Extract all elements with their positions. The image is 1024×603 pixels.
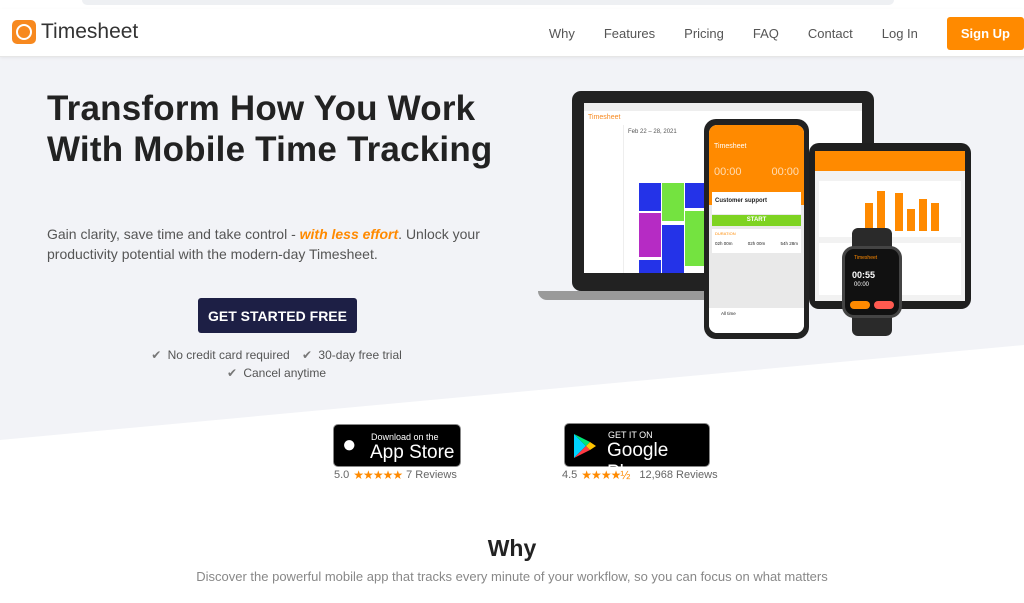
rating-score: 4.5: [562, 469, 578, 481]
nav-features[interactable]: Features: [604, 26, 655, 41]
nav-login[interactable]: Log In: [882, 26, 918, 41]
watch-time-2: 00:00: [854, 282, 870, 288]
subtitle-text: Gain clarity, save time and take control…: [47, 226, 300, 242]
review-count: 12,968 Reviews: [639, 469, 718, 481]
clock-logo-icon: [12, 20, 36, 44]
feature-checks: ✔ No credit card required ✔ 30-day free …: [130, 346, 426, 382]
duration-day: 02h 00m: [715, 241, 733, 246]
check-icon: ✔: [226, 366, 237, 380]
appstore-small-text: Download on the: [371, 432, 439, 442]
why-heading: Why: [487, 535, 537, 561]
phone-timer: 00:00: [714, 166, 742, 178]
nav-contact[interactable]: Contact: [808, 26, 853, 41]
app-store-badge[interactable]: ● Download on the App Store: [333, 424, 461, 467]
hero-title: Transform How You Work With Mobile Time …: [47, 89, 493, 169]
phone-footer: All time: [709, 308, 804, 321]
site-header: Timesheet Why Features Pricing FAQ Conta…: [0, 9, 1024, 57]
phone-screen: Timesheet 00:00 00:00 Customer support ST…: [709, 125, 804, 333]
check-label: 30-day free trial: [318, 348, 402, 362]
logo-text: Timesheet: [41, 20, 139, 43]
check-label: Cancel anytime: [243, 366, 327, 380]
watch-face: Timesheet 00:55 00:00: [842, 246, 902, 318]
watch-app-name: Timesheet: [854, 255, 878, 261]
duration-month: 54h 28m: [780, 241, 798, 246]
logo[interactable]: Timesheet: [12, 20, 138, 44]
phone-mockup: Timesheet 00:00 00:00 Customer support ST…: [704, 119, 809, 339]
hero-subtitle: Gain clarity, save time and take control…: [47, 224, 517, 264]
main-nav: Why Features Pricing FAQ Contact Log In …: [549, 17, 1024, 50]
duration-week: 02h 00m: [747, 241, 766, 246]
appstore-rating: 5.0 ★★★★★ 7 Reviews: [334, 468, 457, 482]
laptop-date-range: Feb 22 – 28, 2021: [628, 129, 677, 135]
apple-icon: ●: [342, 431, 357, 458]
phone-timer-2: 00:00: [771, 166, 799, 178]
googleplay-rating: 4.5 ★★★★½ 12,968 Reviews: [562, 468, 718, 482]
subtitle-emphasis: with less effort: [299, 226, 399, 242]
phone-task: Customer support: [712, 192, 801, 214]
check-item: ✔ Cancel anytime: [227, 366, 329, 380]
appstore-big-text: App Store: [370, 442, 455, 463]
watch-time: 00:55: [852, 270, 876, 280]
laptop-app-name: Timesheet: [588, 114, 621, 121]
googleplay-small-text: GET IT ON: [608, 430, 653, 440]
watch-mockup: Timesheet 00:55 00:00: [842, 228, 902, 336]
nav-why[interactable]: Why: [549, 26, 575, 41]
why-subtitle: Discover the powerful mobile app that tr…: [196, 569, 828, 584]
check-item: ✔ 30-day free trial: [302, 348, 405, 362]
review-count: 7 Reviews: [406, 469, 457, 481]
signup-button[interactable]: Sign Up: [946, 17, 1024, 50]
check-label: No credit card required: [167, 348, 290, 362]
get-started-button[interactable]: GET STARTED FREE: [198, 298, 357, 333]
check-icon: ✔: [302, 348, 313, 362]
phone-app-name: Timesheet: [714, 143, 747, 150]
rating-score: 5.0: [334, 469, 350, 481]
duration-label: DURATION: [715, 231, 736, 236]
star-icons: ★★★★★: [353, 468, 403, 482]
nav-pricing[interactable]: Pricing: [684, 26, 724, 41]
google-play-icon: [574, 434, 596, 458]
check-item: ✔ No credit card required: [151, 348, 292, 362]
google-play-badge[interactable]: GET IT ON Google Play: [564, 423, 710, 483]
nav-faq[interactable]: FAQ: [753, 26, 779, 41]
star-icons: ★★★★½: [581, 468, 630, 482]
phone-start-button: START: [712, 215, 801, 226]
check-icon: ✔: [151, 348, 162, 362]
